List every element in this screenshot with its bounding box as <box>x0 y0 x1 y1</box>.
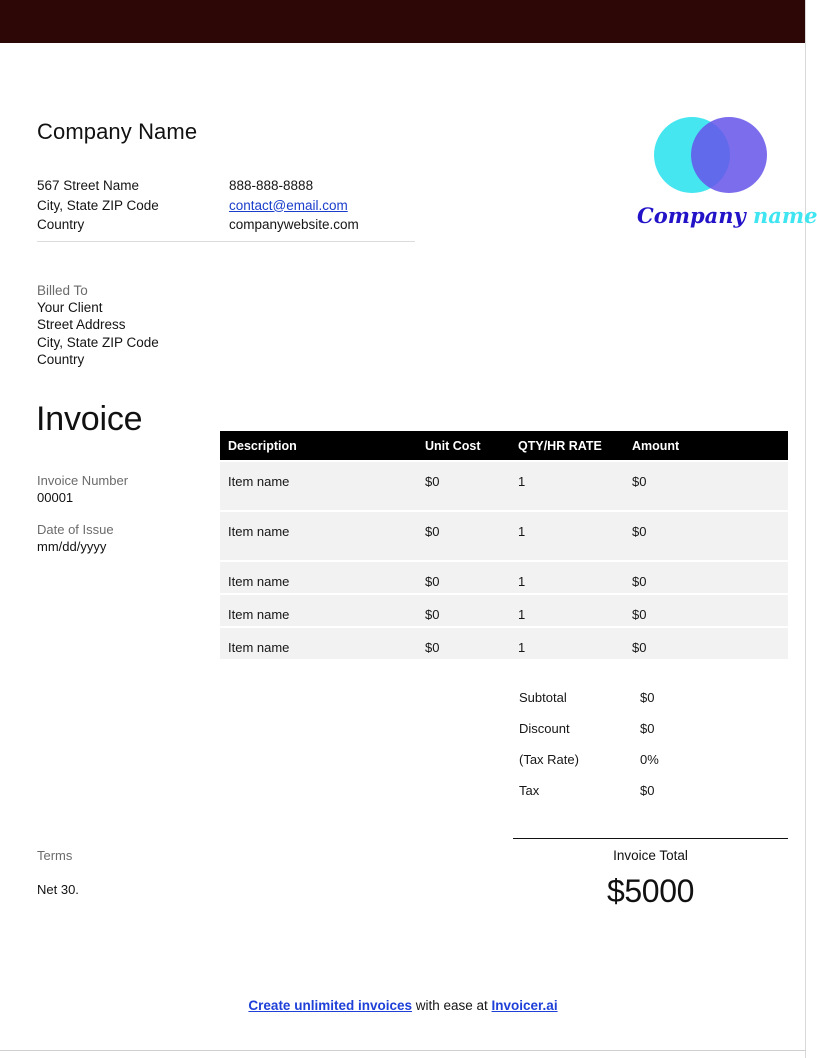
line-items-table: Description Unit Cost QTY/HR RATE Amount… <box>220 431 788 659</box>
discount-label: Discount <box>519 721 570 736</box>
table-header-row: Description Unit Cost QTY/HR RATE Amount <box>220 431 788 460</box>
tax-rate-value: 0% <box>640 752 659 767</box>
cell-amount: $0 <box>632 474 647 489</box>
totals-row-tax-rate: (Tax Rate) 0% <box>519 752 789 783</box>
table-row[interactable]: Item name $0 1 $0 <box>220 628 788 659</box>
page-title: Invoice <box>36 400 143 438</box>
cell-qty: 1 <box>518 524 526 539</box>
totals-row-subtotal: Subtotal $0 <box>519 690 789 721</box>
company-website: companywebsite.com <box>229 217 359 232</box>
tax-label: Tax <box>519 783 540 798</box>
column-header-description: Description <box>228 438 297 453</box>
billed-to-country: Country <box>37 351 85 367</box>
totals-row-discount: Discount $0 <box>519 721 789 752</box>
billed-to-block: Billed To Your Client Street Address Cit… <box>37 282 159 368</box>
invoice-meta-block: Invoice Number 00001 Date of Issue mm/dd… <box>37 473 212 571</box>
cell-unit-cost: $0 <box>425 607 440 622</box>
cell-amount: $0 <box>632 574 647 589</box>
create-invoices-link[interactable]: Create unlimited invoices <box>248 998 412 1013</box>
footer-promo: Create unlimited invoices with ease at I… <box>0 998 806 1013</box>
invoice-total-value: $5000 <box>607 873 694 909</box>
invoice-total-divider <box>513 838 788 839</box>
billed-to-street: Street Address <box>37 317 126 333</box>
totals-row-tax: Tax $0 <box>519 783 789 814</box>
column-header-qty-hr-rate: QTY/HR RATE <box>518 438 602 453</box>
cell-unit-cost: $0 <box>425 474 440 489</box>
billed-to-label: Billed To <box>37 283 88 298</box>
cell-qty: 1 <box>518 474 526 489</box>
cell-amount: $0 <box>632 607 647 622</box>
company-contact-block: 567 Street Name City, State ZIP Code Cou… <box>37 176 417 235</box>
date-of-issue-label: Date of Issue <box>37 522 114 537</box>
header-divider <box>37 241 415 242</box>
overlapping-circles-icon <box>654 117 767 193</box>
date-of-issue-group: Date of Issue mm/dd/yyyy <box>37 522 212 555</box>
company-name: Company Name <box>37 119 198 144</box>
invoice-number-label: Invoice Number <box>37 473 129 488</box>
terms-block: Terms Net 30. <box>37 847 79 898</box>
invoice-number-value: 00001 <box>37 489 74 505</box>
cell-qty: 1 <box>518 640 526 655</box>
company-address-column: 567 Street Name City, State ZIP Code Cou… <box>37 176 229 235</box>
invoice-number-group: Invoice Number 00001 <box>37 473 212 506</box>
logo-wordmark: Company name <box>637 203 817 228</box>
page-edge-right <box>805 0 806 1058</box>
discount-value: $0 <box>640 721 655 736</box>
invoice-page: Company Name 567 Street Name City, State… <box>0 0 817 1058</box>
cell-description: Item name <box>228 607 290 622</box>
subtotal-label: Subtotal <box>519 690 567 705</box>
column-header-unit-cost: Unit Cost <box>425 438 481 453</box>
table-row[interactable]: Item name $0 1 $0 <box>220 512 788 560</box>
invoice-total-label: Invoice Total <box>613 848 688 863</box>
top-banner-bar <box>0 0 806 43</box>
subtotal-value: $0 <box>640 690 655 705</box>
date-of-issue-value: mm/dd/yyyy <box>37 538 107 554</box>
cell-amount: $0 <box>632 524 647 539</box>
terms-label: Terms <box>37 848 73 863</box>
cell-qty: 1 <box>518 574 526 589</box>
tax-rate-label: (Tax Rate) <box>519 752 579 767</box>
company-contact-column: 888-888-8888 contact@email.com companywe… <box>229 176 359 235</box>
cell-description: Item name <box>228 524 290 539</box>
table-row[interactable]: Item name $0 1 $0 <box>220 595 788 626</box>
company-phone: 888-888-8888 <box>229 178 314 193</box>
company-address-line-1: 567 Street Name <box>37 178 140 193</box>
terms-value: Net 30. <box>37 882 79 897</box>
footer-middle-text: with ease at <box>411 998 492 1013</box>
company-address-line-3: Country <box>37 217 85 232</box>
cell-description: Item name <box>228 574 290 589</box>
cell-description: Item name <box>228 474 290 489</box>
tax-value: $0 <box>640 783 655 798</box>
logo-wordmark-part-2: name <box>753 203 817 228</box>
table-row[interactable]: Item name $0 1 $0 <box>220 562 788 593</box>
company-email-link[interactable]: contact@email.com <box>229 198 348 213</box>
cell-unit-cost: $0 <box>425 524 440 539</box>
cell-unit-cost: $0 <box>425 640 440 655</box>
cell-unit-cost: $0 <box>425 574 440 589</box>
billed-to-city: City, State ZIP Code <box>37 334 159 350</box>
logo-wordmark-part-1: Company <box>637 203 746 228</box>
company-address-line-2: City, State ZIP Code <box>37 197 159 213</box>
invoice-total-block: Invoice Total $5000 <box>513 848 788 910</box>
billed-to-client: Your Client <box>37 300 103 316</box>
company-logo: Company name <box>637 115 817 240</box>
invoicer-ai-link[interactable]: Invoicer.ai <box>492 998 558 1013</box>
totals-block: Subtotal $0 Discount $0 (Tax Rate) 0% Ta… <box>519 690 789 814</box>
cell-amount: $0 <box>632 640 647 655</box>
page-edge-bottom <box>0 1050 806 1051</box>
cell-qty: 1 <box>518 607 526 622</box>
table-row[interactable]: Item name $0 1 $0 <box>220 462 788 510</box>
column-header-amount: Amount <box>632 438 680 453</box>
cell-description: Item name <box>228 640 290 655</box>
